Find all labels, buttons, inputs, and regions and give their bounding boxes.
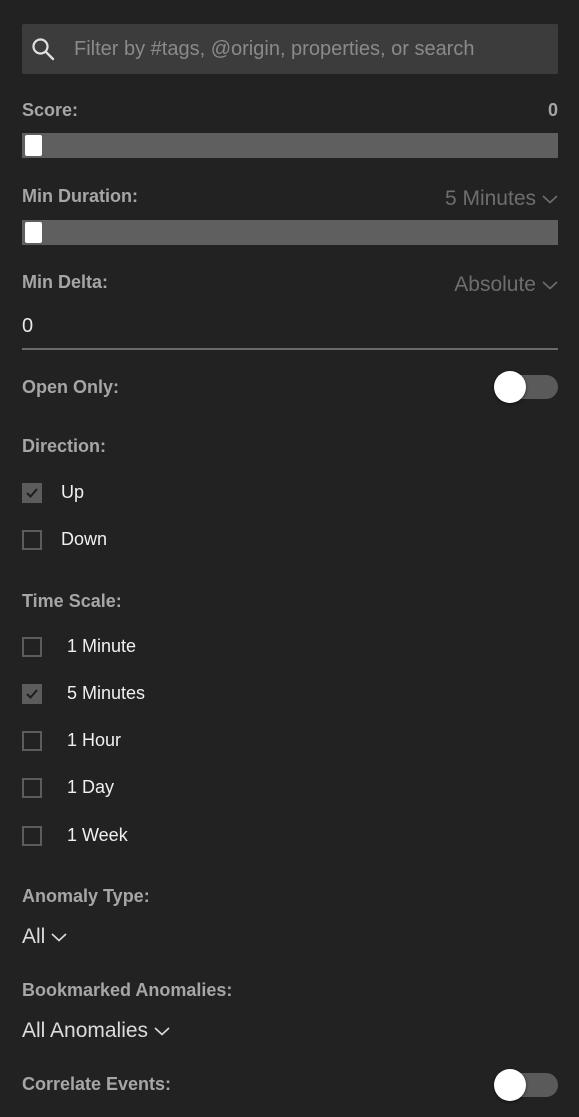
correlate-events-label: Correlate Events: <box>22 1074 172 1094</box>
bookmarked-label: Bookmarked Anomalies: <box>22 980 233 1000</box>
checkmark-icon <box>26 487 38 498</box>
checkbox[interactable] <box>22 730 42 751</box>
open-only-label: Open Only: <box>22 377 120 397</box>
checkbox-checked[interactable] <box>22 482 42 503</box>
score-value: 0 <box>547 100 558 120</box>
search-input[interactable] <box>74 24 544 74</box>
checkbox[interactable] <box>22 529 42 550</box>
min-delta-selected: Absolute <box>454 273 536 296</box>
min-delta-label: Min Delta: <box>22 272 109 292</box>
time-scale-option-5-minutes[interactable]: 5 Minutes <box>22 683 145 704</box>
search-icon <box>32 38 55 61</box>
time-scale-label: Time Scale: <box>22 591 122 611</box>
checkbox-checked[interactable] <box>22 683 42 704</box>
checkbox[interactable] <box>22 825 42 846</box>
anomaly-type-dropdown[interactable]: All <box>22 925 67 949</box>
bookmarked-dropdown[interactable]: All Anomalies <box>22 1019 170 1043</box>
direction-option-down[interactable]: Down <box>22 529 107 550</box>
direction-option-label: Up <box>61 482 85 502</box>
chevron-down-icon <box>51 933 67 942</box>
time-scale-option-label: 1 Week <box>67 825 128 845</box>
search-box[interactable] <box>22 24 558 74</box>
chevron-down-icon <box>542 195 558 204</box>
min-delta-dropdown[interactable]: Absolute <box>454 273 558 297</box>
time-scale-option-label: 1 Day <box>67 777 115 797</box>
time-scale-option-1-hour[interactable]: 1 Hour <box>22 730 121 751</box>
checkbox[interactable] <box>22 777 42 798</box>
chevron-down-icon <box>154 1027 170 1036</box>
toggle-knob <box>494 1069 526 1101</box>
checkmark-icon <box>26 688 38 699</box>
checkbox[interactable] <box>22 636 42 657</box>
direction-label: Direction: <box>22 436 107 456</box>
bookmarked-selected: All Anomalies <box>22 1019 149 1042</box>
min-duration-slider-handle[interactable] <box>25 222 42 243</box>
anomaly-type-label: Anomaly Type: <box>22 886 150 906</box>
time-scale-option-label: 5 Minutes <box>67 683 146 703</box>
time-scale-option-label: 1 Minute <box>67 636 137 656</box>
min-delta-value: 0 <box>22 315 34 337</box>
score-slider-handle[interactable] <box>25 135 42 156</box>
time-scale-option-label: 1 Hour <box>67 730 122 750</box>
score-label: Score: <box>22 100 79 120</box>
score-slider[interactable] <box>22 133 558 158</box>
min-duration-selected: 5 Minutes <box>444 187 536 210</box>
min-duration-slider[interactable] <box>22 220 558 245</box>
time-scale-option-1-week[interactable]: 1 Week <box>22 825 128 846</box>
direction-option-up[interactable]: Up <box>22 482 84 503</box>
time-scale-option-1-minute[interactable]: 1 Minute <box>22 636 136 657</box>
open-only-toggle[interactable] <box>494 371 558 403</box>
correlate-events-toggle[interactable] <box>494 1069 558 1101</box>
chevron-down-icon <box>542 281 558 290</box>
min-duration-label: Min Duration: <box>22 186 138 206</box>
min-delta-input[interactable]: 0 <box>22 312 558 350</box>
direction-option-label: Down <box>61 529 108 549</box>
time-scale-option-1-day[interactable]: 1 Day <box>22 777 114 798</box>
anomaly-type-selected: All <box>22 925 46 948</box>
min-duration-dropdown[interactable]: 5 Minutes <box>445 187 558 211</box>
toggle-knob <box>494 371 526 403</box>
